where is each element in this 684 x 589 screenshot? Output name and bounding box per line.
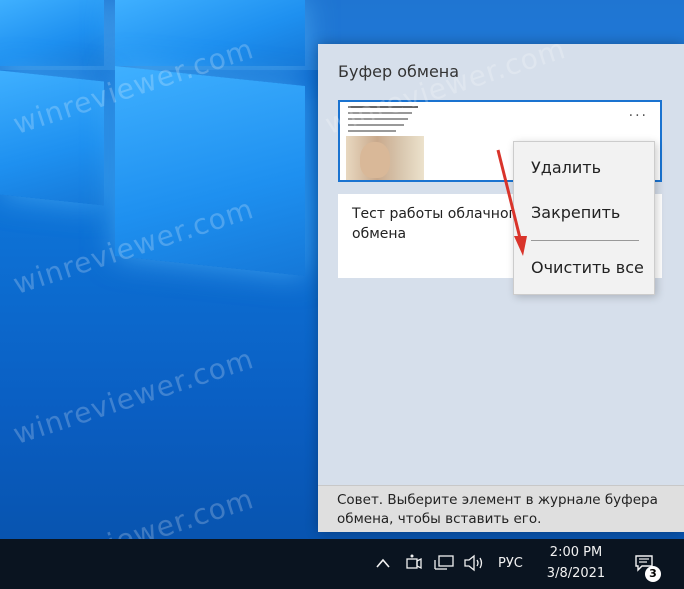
network-icon[interactable] bbox=[433, 554, 455, 572]
thumbnail-photo bbox=[346, 136, 424, 180]
clock-date[interactable]: 3/8/2021 bbox=[543, 566, 609, 581]
language-indicator[interactable]: РУС bbox=[498, 556, 523, 571]
tip-bar: Совет. Выберите элемент в журнале буфера… bbox=[318, 485, 684, 532]
watermark: winreviewer.com bbox=[9, 482, 258, 539]
taskbar: РУС 2:00 PM 3/8/2021 3 bbox=[0, 539, 684, 589]
menu-item-pin[interactable]: Закрепить bbox=[531, 203, 620, 222]
watermark: winreviewer.com bbox=[9, 342, 258, 451]
menu-separator bbox=[531, 240, 639, 241]
windows-logo-pane bbox=[0, 70, 104, 206]
show-hidden-icons-icon[interactable] bbox=[375, 557, 391, 569]
windows-logo-pane bbox=[0, 0, 104, 66]
tip-text: Совет. Выберите элемент в журнале буфера… bbox=[337, 492, 658, 527]
notification-count-badge: 3 bbox=[645, 566, 661, 582]
image-thumbnail bbox=[346, 104, 428, 180]
more-options-icon[interactable]: ··· bbox=[629, 108, 648, 124]
panel-title: Буфер обмена bbox=[338, 62, 460, 81]
meet-now-icon[interactable] bbox=[405, 553, 423, 573]
windows-logo-pane bbox=[115, 0, 305, 66]
windows-logo-pane bbox=[115, 66, 305, 276]
volume-icon[interactable] bbox=[463, 553, 485, 573]
clock-time[interactable]: 2:00 PM bbox=[548, 545, 604, 560]
clipboard-item-text-content: Тест работы облачного обмена bbox=[352, 206, 525, 242]
menu-item-delete[interactable]: Удалить bbox=[531, 158, 601, 177]
context-menu: Удалить Закрепить Очистить все bbox=[513, 141, 655, 295]
menu-item-clear-all[interactable]: Очистить все bbox=[531, 258, 644, 277]
